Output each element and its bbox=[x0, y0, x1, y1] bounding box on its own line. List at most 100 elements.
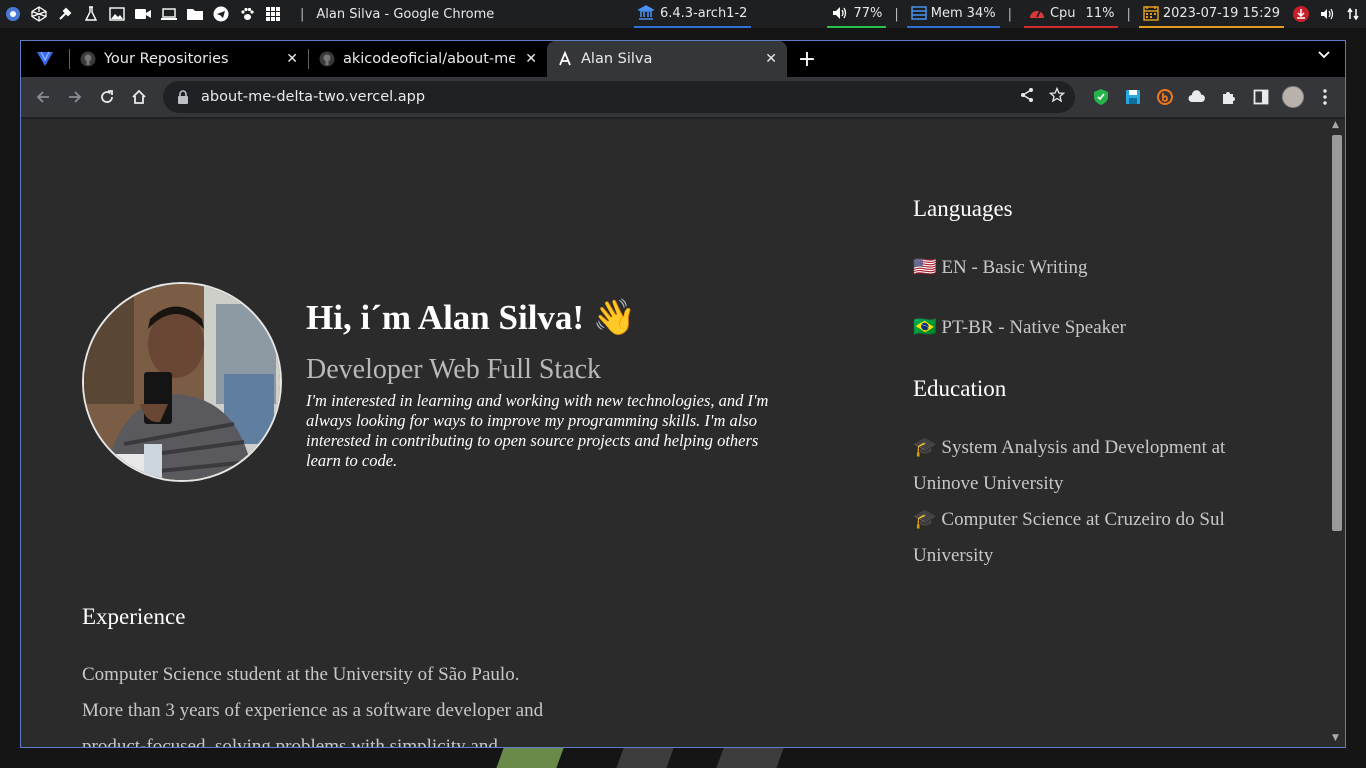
tab-search-chevron-icon[interactable] bbox=[1317, 49, 1331, 64]
experience-text: Computer Science student at the Universi… bbox=[82, 657, 622, 747]
reload-button[interactable] bbox=[91, 81, 123, 113]
app-launcher-icon[interactable] bbox=[0, 0, 26, 28]
about-paragraph: I'm interested in learning and working w… bbox=[306, 391, 769, 470]
education-item: 🎓 Computer Science at Cruzeiro do Sul Un… bbox=[913, 509, 1225, 566]
new-tab-button[interactable]: + bbox=[787, 41, 827, 77]
language-item: 🇧🇷 PT-BR - Native Speaker bbox=[913, 317, 1126, 338]
greeting-heading: Hi, i´m Alan Silva! 👋 bbox=[306, 298, 637, 337]
reload-icon bbox=[101, 90, 113, 103]
experience-heading: Experience bbox=[82, 604, 186, 629]
education-item: 🎓 System Analysis and Development at Uni… bbox=[913, 437, 1226, 494]
avatar bbox=[1282, 86, 1304, 108]
wallpaper-stripe bbox=[716, 748, 784, 768]
tab-about-me-repo[interactable]: akicodeoficial/about-me: ✕ bbox=[309, 41, 547, 77]
datetime-value: 2023-07-19 15:29 bbox=[1162, 5, 1280, 21]
tab-label: akicodeoficial/about-me: bbox=[343, 51, 515, 67]
gauge-icon bbox=[1029, 10, 1044, 18]
kernel-version: 6.4.3-arch1-2 bbox=[660, 5, 748, 21]
memory-indicator[interactable]: Mem 34% bbox=[906, 0, 1000, 28]
back-button[interactable] bbox=[27, 81, 59, 113]
video-camera-icon[interactable] bbox=[130, 0, 156, 28]
memory-label: Mem bbox=[930, 5, 963, 21]
pinned-tab[interactable] bbox=[21, 41, 69, 77]
update-notifier-icon[interactable] bbox=[1288, 0, 1314, 28]
extensions-area bbox=[1085, 81, 1341, 113]
experience-line: product-focused, solving problems with s… bbox=[82, 736, 498, 747]
close-tab-icon[interactable]: ✕ bbox=[765, 51, 777, 67]
volume-tray-icon[interactable] bbox=[1314, 0, 1340, 28]
paw-icon[interactable] bbox=[234, 0, 260, 28]
cloud-extension-icon[interactable] bbox=[1181, 81, 1213, 113]
volume-indicator[interactable]: 77% bbox=[827, 0, 887, 28]
home-icon bbox=[132, 89, 146, 104]
arrow-right-icon bbox=[69, 91, 82, 103]
shield-extension-icon[interactable] bbox=[1085, 81, 1117, 113]
cpu-label: Cpu bbox=[1049, 5, 1076, 21]
separator: | bbox=[1126, 6, 1131, 22]
education-heading: Education bbox=[913, 376, 1007, 401]
folder-icon[interactable] bbox=[182, 0, 208, 28]
languages-heading: Languages bbox=[913, 196, 1013, 221]
role-subtitle: Developer Web Full Stack bbox=[306, 354, 602, 385]
close-tab-icon[interactable]: ✕ bbox=[286, 51, 298, 67]
puzzle-extensions-icon[interactable] bbox=[1213, 81, 1245, 113]
tab-your-repositories[interactable]: Your Repositories ✕ bbox=[70, 41, 308, 77]
close-tab-icon[interactable]: ✕ bbox=[525, 51, 537, 67]
angular-a-icon bbox=[559, 51, 571, 66]
cpu-value: 11% bbox=[1085, 5, 1115, 21]
scroll-down-icon[interactable]: ▼ bbox=[1332, 733, 1339, 743]
tab-strip: Your Repositories ✕ akicodeoficial/about… bbox=[21, 41, 1345, 77]
color-picker-icon[interactable] bbox=[52, 0, 78, 28]
kernel-indicator: 6.4.3-arch1-2 bbox=[634, 0, 752, 28]
browser-menu-icon[interactable] bbox=[1309, 81, 1341, 113]
address-bar[interactable]: about-me-delta-two.vercel.app bbox=[163, 81, 1075, 113]
wallpaper-stripe bbox=[616, 748, 674, 768]
cpu-indicator[interactable]: Cpu 11% bbox=[1023, 0, 1119, 28]
apps-grid-icon[interactable] bbox=[260, 0, 286, 28]
system-top-bar: | Alan Silva - Google Chrome 6.4.3-arch1… bbox=[0, 0, 1366, 28]
arrow-left-icon bbox=[36, 91, 49, 103]
github-icon bbox=[319, 51, 335, 67]
tab-label: Alan Silva bbox=[581, 51, 653, 67]
tab-label: Your Repositories bbox=[104, 51, 229, 67]
experience-line: More than 3 years of experience as a sof… bbox=[82, 700, 544, 721]
speaker-icon bbox=[833, 7, 847, 19]
share-icon[interactable] bbox=[1019, 87, 1035, 107]
orange-extension-icon[interactable] bbox=[1149, 81, 1181, 113]
laptop-icon[interactable] bbox=[156, 0, 182, 28]
memory-icon bbox=[911, 6, 927, 20]
datetime-indicator[interactable]: 2023-07-19 15:29 bbox=[1138, 0, 1284, 28]
page-scrollbar[interactable]: ▲ ▼ bbox=[1329, 119, 1345, 747]
profile-avatar[interactable] bbox=[1277, 81, 1309, 113]
browser-window: Your Repositories ✕ akicodeoficial/about… bbox=[20, 40, 1346, 748]
side-panel-icon[interactable] bbox=[1245, 81, 1277, 113]
scroll-up-icon[interactable]: ▲ bbox=[1332, 120, 1339, 130]
vercel-triangle-icon bbox=[37, 51, 53, 66]
language-item: 🇺🇸 EN - Basic Writing bbox=[913, 257, 1088, 278]
github-icon bbox=[80, 51, 96, 67]
experience-line: Computer Science student at the Universi… bbox=[82, 664, 520, 685]
url-text[interactable]: about-me-delta-two.vercel.app bbox=[201, 89, 425, 105]
profile-photo bbox=[82, 282, 282, 482]
calendar-icon bbox=[1143, 6, 1159, 21]
telegram-icon[interactable] bbox=[208, 0, 234, 28]
page-viewport: Hi, i´m Alan Silva! 👋 Developer Web Full… bbox=[21, 119, 1329, 747]
separator: | bbox=[300, 6, 305, 22]
bookmark-star-icon[interactable] bbox=[1048, 86, 1066, 107]
home-button[interactable] bbox=[123, 81, 155, 113]
sync-icon[interactable] bbox=[1340, 0, 1366, 28]
volume-value: 77% bbox=[853, 5, 883, 21]
lock-icon[interactable] bbox=[175, 90, 191, 104]
scroll-thumb[interactable] bbox=[1332, 135, 1342, 531]
codepen-icon[interactable] bbox=[26, 0, 52, 28]
tab-alan-silva[interactable]: Alan Silva ✕ bbox=[547, 41, 787, 77]
separator: | bbox=[1007, 6, 1012, 22]
image-viewer-icon[interactable] bbox=[104, 0, 130, 28]
bank-icon bbox=[638, 5, 654, 20]
active-window-title: Alan Silva - Google Chrome bbox=[316, 6, 495, 22]
wallpaper-stripe bbox=[496, 748, 564, 768]
save-extension-icon[interactable] bbox=[1117, 81, 1149, 113]
memory-value: 34% bbox=[966, 5, 996, 21]
forward-button[interactable] bbox=[59, 81, 91, 113]
flask-icon[interactable] bbox=[78, 0, 104, 28]
